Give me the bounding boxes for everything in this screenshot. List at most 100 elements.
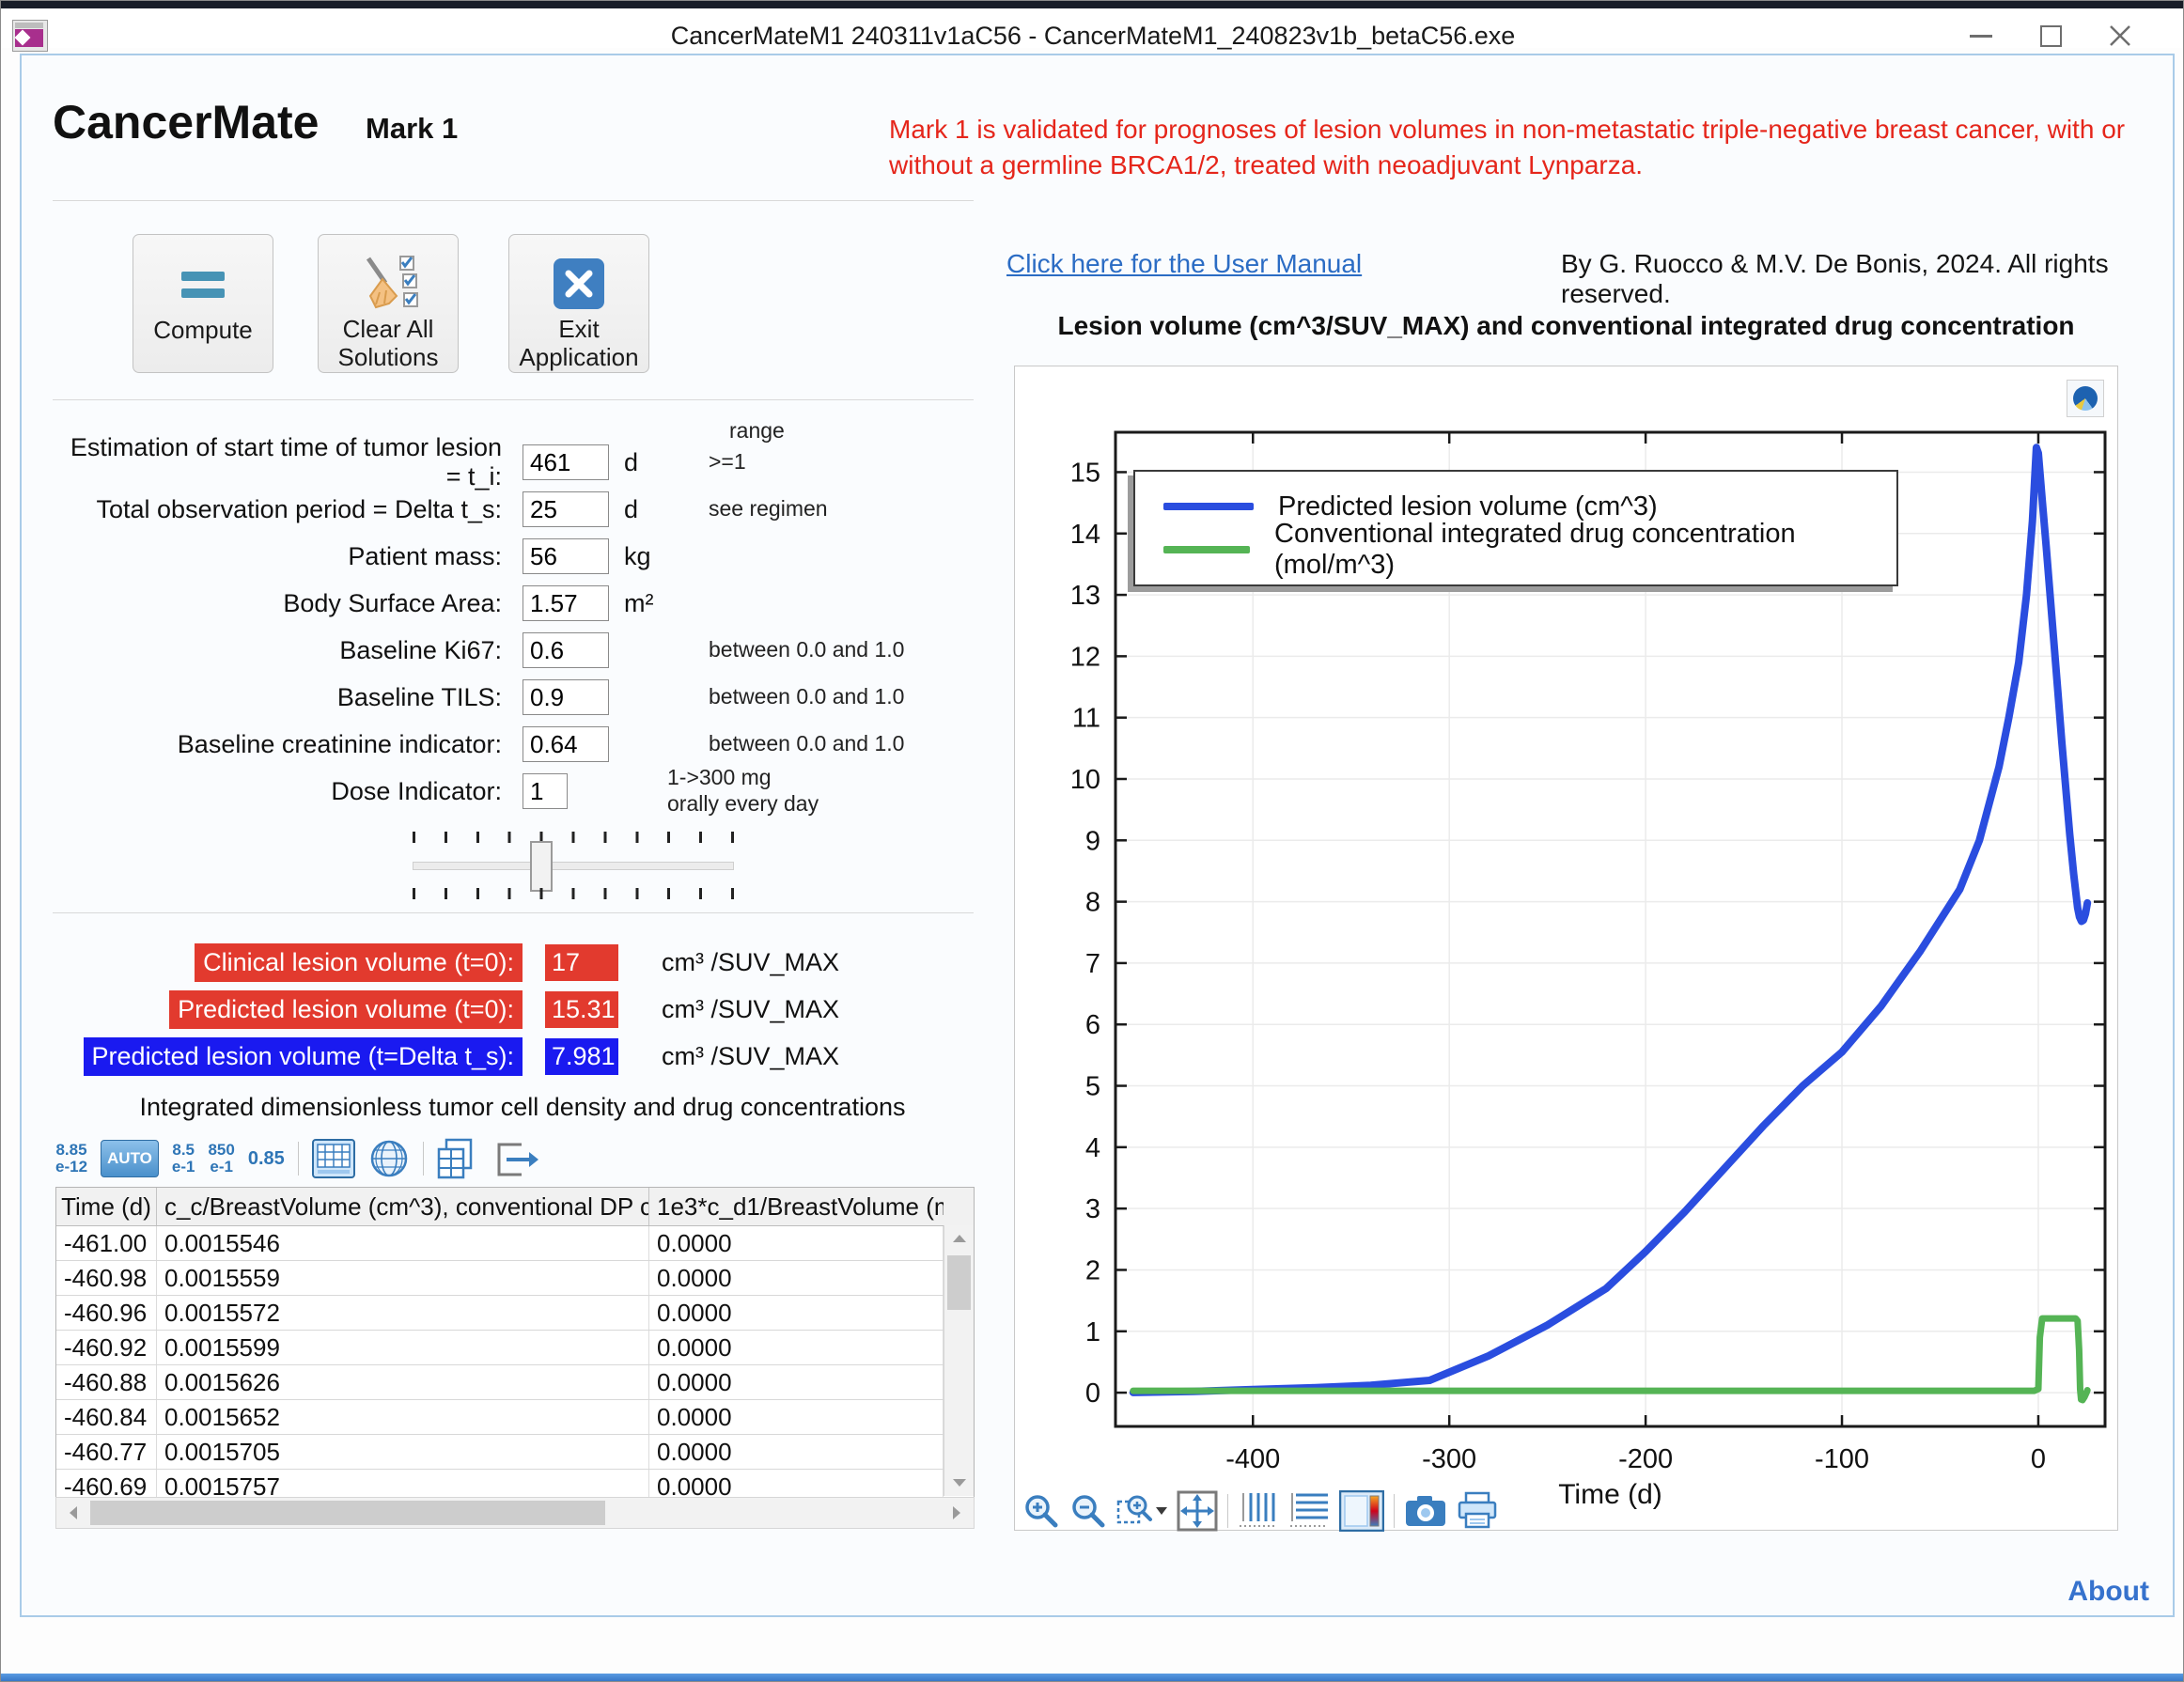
- field-unit: d: [609, 495, 709, 524]
- results-table: Time (d) c_c/BreastVolume (cm^3), conven…: [55, 1187, 975, 1505]
- user-manual-link[interactable]: Click here for the User Manual: [1006, 249, 1362, 279]
- field-input[interactable]: [523, 585, 609, 621]
- column-header-cc[interactable]: c_c/BreastVolume (cm^3), conventional DP…: [157, 1188, 649, 1225]
- y-tick-label: 2: [1085, 1255, 1100, 1285]
- x-log-scale-button[interactable]: [1238, 1491, 1279, 1531]
- y-tick-label: 10: [1070, 765, 1100, 795]
- column-header-time[interactable]: Time (d): [56, 1188, 157, 1225]
- zoom-box-icon: [1116, 1492, 1167, 1530]
- legend-line-sample: [1163, 503, 1254, 510]
- form-row: Total observation period = Delta t_s: dse…: [53, 486, 992, 533]
- colorbar-toggle-button[interactable]: [1339, 1490, 1384, 1532]
- form-row: Estimation of start time of tumor lesion…: [53, 439, 992, 486]
- field-label: Total observation period = Delta t_s:: [53, 495, 523, 524]
- slider-thumb[interactable]: [530, 841, 553, 892]
- field-input[interactable]: [523, 726, 609, 762]
- table-row[interactable]: -460.960.00155720.0000: [56, 1296, 974, 1331]
- engineering-label-top: 850: [208, 1142, 234, 1159]
- chart-toolbar: [1022, 1490, 1498, 1532]
- legend-line-sample: [1163, 546, 1250, 553]
- chart-legend: Predicted lesion volume (cm^3)Convention…: [1133, 470, 1898, 586]
- y-tick-label: 15: [1070, 458, 1100, 488]
- table-row[interactable]: -461.000.00155460.0000: [56, 1226, 974, 1261]
- comsol-logo-icon[interactable]: [2067, 380, 2104, 417]
- scroll-up-button[interactable]: [944, 1225, 974, 1252]
- scroll-left-button[interactable]: [58, 1500, 87, 1526]
- maximize-icon: [2040, 25, 2062, 47]
- legend-label: Predicted lesion volume (cm^3): [1278, 491, 1658, 522]
- scroll-right-button[interactable]: [942, 1500, 971, 1526]
- y-log-scale-button[interactable]: [1288, 1491, 1330, 1531]
- column-header-cd1[interactable]: 1e3*c_d1/BreastVolume (mo: [649, 1188, 944, 1225]
- decimal-notation-button[interactable]: 0.85: [248, 1148, 285, 1170]
- field-label: Dose Indicator:: [53, 777, 523, 806]
- scroll-down-button[interactable]: [944, 1470, 974, 1496]
- zoom-out-button[interactable]: [1069, 1492, 1107, 1530]
- table-vertical-scrollbar[interactable]: [944, 1225, 974, 1496]
- sphere-plot-button[interactable]: [368, 1138, 410, 1179]
- title-bar[interactable]: CancerMateM1 240311v1aC56 - CancerMateM1…: [1, 8, 2184, 48]
- chart-title: Lesion volume (cm^3/SUV_MAX) and convent…: [1014, 311, 2118, 341]
- form-row: Baseline creatinine indicator:between 0.…: [53, 721, 992, 768]
- auto-notation-button[interactable]: AUTO: [101, 1140, 159, 1177]
- output-unit: cm³ /SUV_MAX: [662, 948, 839, 977]
- field-input[interactable]: [523, 491, 609, 527]
- field-range: see regimen: [709, 496, 828, 522]
- zoom-in-button[interactable]: [1022, 1492, 1060, 1530]
- table-cell: 0.0000: [649, 1435, 944, 1469]
- window-top-edge: [1, 1, 2184, 8]
- table-horizontal-scrollbar[interactable]: [55, 1497, 975, 1529]
- table-row[interactable]: -460.980.00155590.0000: [56, 1261, 974, 1296]
- field-input[interactable]: [523, 538, 609, 574]
- left-arrow-icon: [70, 1506, 77, 1519]
- x-tick-label: -400: [1225, 1444, 1280, 1474]
- table-cell: 0.0015626: [157, 1365, 649, 1399]
- table-row[interactable]: -460.880.00156260.0000: [56, 1365, 974, 1400]
- table-row[interactable]: -460.770.00157050.0000: [56, 1435, 974, 1470]
- compute-button[interactable]: Compute: [133, 234, 273, 373]
- full-precision-button[interactable]: 8.85 e-12: [55, 1142, 87, 1176]
- down-arrow-icon: [953, 1479, 966, 1487]
- export-icon: [493, 1139, 538, 1178]
- about-link[interactable]: About: [1974, 1576, 2149, 1608]
- app-name: CancerMate: [53, 95, 319, 149]
- field-input[interactable]: [523, 444, 609, 480]
- output-row: Predicted lesion volume (t=0):15.31cm³ /…: [53, 986, 992, 1033]
- field-input[interactable]: [523, 773, 568, 809]
- table-row[interactable]: -460.840.00156520.0000: [56, 1400, 974, 1435]
- field-range: 1->300 mg orally every day: [667, 765, 819, 817]
- dose-slider: [413, 832, 734, 903]
- vertical-scroll-thumb[interactable]: [947, 1255, 971, 1310]
- form-row: Baseline TILS:between 0.0 and 1.0: [53, 674, 992, 721]
- minimize-button[interactable]: [1954, 16, 2008, 55]
- compute-icon: [181, 254, 225, 316]
- exit-application-button[interactable]: Exit Application: [508, 234, 649, 373]
- app-version: Mark 1: [366, 112, 458, 146]
- close-button[interactable]: [2093, 16, 2147, 55]
- copy-table-button[interactable]: [437, 1138, 480, 1179]
- field-input[interactable]: [523, 632, 609, 668]
- field-input[interactable]: [523, 679, 609, 715]
- y-tick-label: 5: [1085, 1072, 1100, 1102]
- output-label: Predicted lesion volume (t=Delta t_s):: [84, 1037, 523, 1076]
- table-cell: 0.0015559: [157, 1261, 649, 1295]
- scientific-notation-button[interactable]: 8.5 e-1: [172, 1142, 195, 1176]
- horizontal-scroll-thumb[interactable]: [90, 1501, 605, 1525]
- print-button[interactable]: [1457, 1491, 1498, 1531]
- snapshot-button[interactable]: [1404, 1492, 1447, 1530]
- output-unit: cm³ /SUV_MAX: [662, 1042, 839, 1071]
- table-row[interactable]: -460.920.00155990.0000: [56, 1331, 974, 1365]
- table-cell: -460.84: [56, 1400, 157, 1434]
- export-table-button[interactable]: [493, 1139, 538, 1178]
- engineering-notation-button[interactable]: 850 e-1: [208, 1142, 234, 1176]
- clear-all-solutions-button[interactable]: Clear All Solutions: [318, 234, 459, 373]
- output-value: 17: [545, 944, 618, 981]
- zoom-box-button[interactable]: [1116, 1492, 1167, 1530]
- table-format-toolbar: 8.85 e-12 AUTO 8.5 e-1 850 e-1 0.85: [55, 1136, 538, 1181]
- slider-track[interactable]: [413, 862, 734, 870]
- maximize-button[interactable]: [2023, 16, 2078, 55]
- results-table-header: Time (d) c_c/BreastVolume (cm^3), conven…: [56, 1188, 974, 1226]
- field-label: Estimation of start time of tumor lesion…: [53, 433, 523, 491]
- zoom-extents-button[interactable]: [1177, 1490, 1218, 1532]
- table-view-button[interactable]: [312, 1139, 355, 1178]
